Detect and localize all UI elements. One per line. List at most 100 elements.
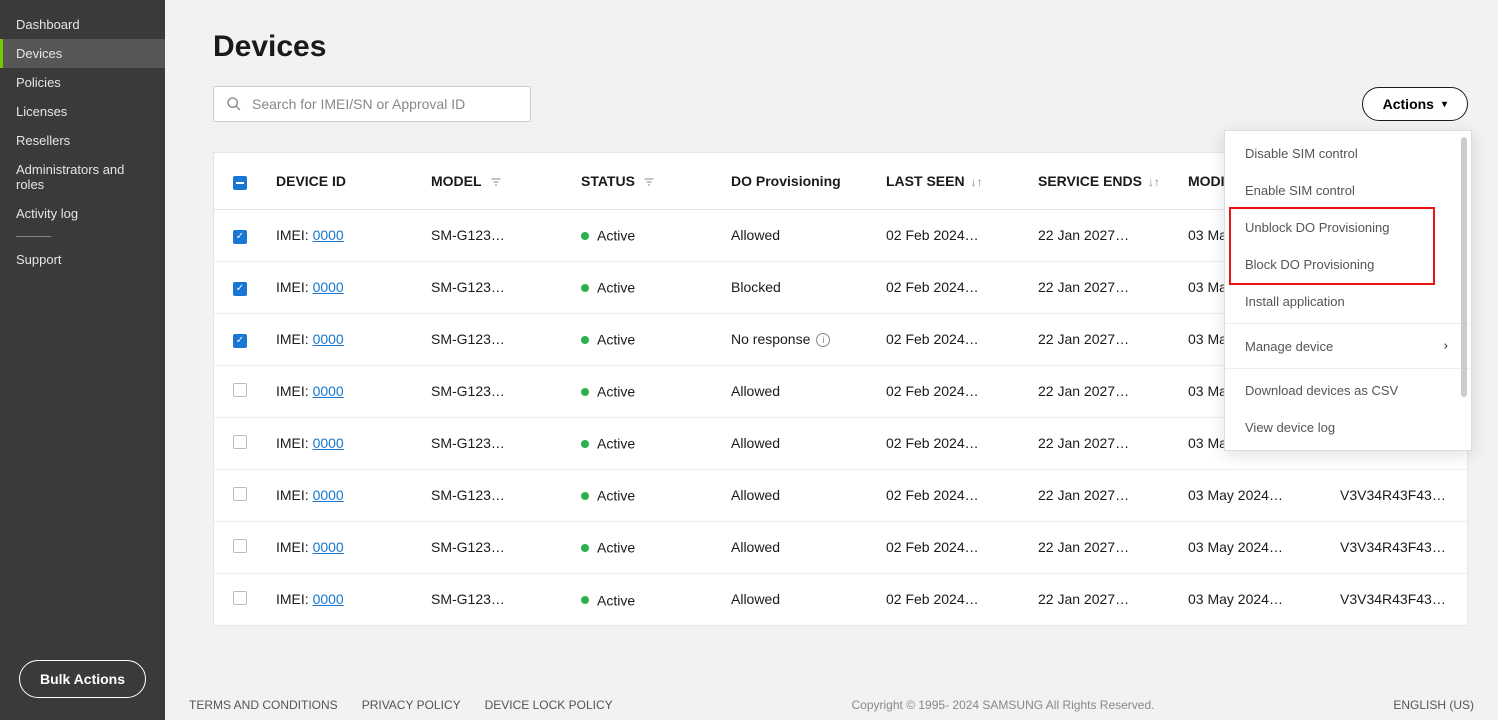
cell-do-provisioning: Allowed [721,521,876,573]
sidebar-item-administrators-and-roles[interactable]: Administrators and roles [0,155,165,199]
col-do-provisioning[interactable]: DO Provisioning [721,153,876,209]
dropdown-separator [1225,368,1471,369]
sidebar-item-devices[interactable]: Devices [0,39,165,68]
info-icon[interactable]: i [816,333,830,347]
status-dot-icon [581,232,589,240]
dropdown-item-manage-device[interactable]: Manage device⌄ [1225,327,1471,365]
search-field[interactable] [213,86,531,122]
dropdown-item-download-devices-as-csv[interactable]: Download devices as CSV [1225,372,1471,409]
cell-do-provisioning: Allowed [721,209,876,261]
sort-icon[interactable]: ↓↑ [971,175,983,189]
main: Devices Actions ▾ [165,0,1498,720]
sidebar-item-policies[interactable]: Policies [0,68,165,97]
footer-link-privacy-policy[interactable]: PRIVACY POLICY [362,698,461,712]
chevron-down-icon: ▾ [1442,99,1447,110]
cell-device-id: IMEI: 0000 [266,521,421,573]
row-checkbox[interactable] [233,539,247,553]
cell-modified: 03 May 2024… [1178,469,1330,521]
cell-do-provisioning: Allowed [721,469,876,521]
search-input[interactable] [252,96,518,112]
search-icon [226,96,242,112]
cell-device-id: IMEI: 0000 [266,417,421,469]
device-id-link[interactable]: 0000 [313,227,344,243]
sidebar-item-resellers[interactable]: Resellers [0,126,165,155]
device-id-link[interactable]: 0000 [313,383,344,399]
page-title: Devices [213,30,1468,64]
row-checkbox[interactable] [233,230,247,244]
cell-model: SM-G123… [421,365,571,417]
dropdown-scrollbar[interactable] [1461,137,1467,397]
cell-last-seen: 02 Feb 2024… [876,313,1028,365]
dropdown-item-view-device-log[interactable]: View device log [1225,409,1471,446]
cell-last-seen: 02 Feb 2024… [876,417,1028,469]
status-dot-icon [581,388,589,396]
cell-service-ends: 22 Jan 2027… [1028,209,1178,261]
dropdown-separator [1225,323,1471,324]
col-last-seen[interactable]: LAST SEEN↓↑ [876,153,1028,209]
device-id-link[interactable]: 0000 [313,279,344,295]
cell-do-provisioning: Allowed [721,573,876,625]
table-row: IMEI: 0000SM-G123…ActiveAllowed02 Feb 20… [214,469,1467,521]
cell-status: Active [571,469,721,521]
row-checkbox[interactable] [233,383,247,397]
cell-modified: 03 May 2024… [1178,573,1330,625]
sort-icon[interactable]: ↓↑ [1148,175,1160,189]
device-id-link[interactable]: 0000 [313,591,344,607]
sidebar-item-licenses[interactable]: Licenses [0,97,165,126]
cell-service-ends: 22 Jan 2027… [1028,261,1178,313]
device-id-link[interactable]: 0000 [313,487,344,503]
col-status[interactable]: STATUS [571,153,721,209]
col-device-id[interactable]: DEVICE ID [266,153,421,209]
cell-device-id: IMEI: 0000 [266,209,421,261]
bulk-actions-button[interactable]: Bulk Actions [19,660,146,698]
cell-last-seen: 02 Feb 2024… [876,261,1028,313]
actions-button[interactable]: Actions ▾ [1362,87,1468,121]
cell-status: Active [571,209,721,261]
dropdown-item-disable-sim-control[interactable]: Disable SIM control [1225,135,1471,172]
device-id-link[interactable]: 0000 [313,331,344,347]
row-checkbox[interactable] [233,591,247,605]
row-checkbox[interactable] [233,334,247,348]
dropdown-item-install-application[interactable]: Install application [1225,283,1471,320]
filter-icon[interactable] [490,176,502,188]
dropdown-item-enable-sim-control[interactable]: Enable SIM control [1225,172,1471,209]
toolbar: Actions ▾ [213,86,1468,122]
cell-model: SM-G123… [421,417,571,469]
cell-device-id: IMEI: 0000 [266,469,421,521]
device-id-link[interactable]: 0000 [313,435,344,451]
status-dot-icon [581,544,589,552]
dropdown-item-block-do-provisioning[interactable]: Block DO Provisioning [1225,246,1471,283]
footer-copyright: Copyright © 1995- 2024 SAMSUNG All Right… [852,698,1155,712]
cell-modified: 03 May 2024… [1178,521,1330,573]
row-checkbox[interactable] [233,487,247,501]
footer-link-terms-and-conditions[interactable]: TERMS AND CONDITIONS [189,698,338,712]
cell-status: Active [571,261,721,313]
language-selector[interactable]: ENGLISH (US) [1393,698,1474,712]
status-dot-icon [581,284,589,292]
device-id-link[interactable]: 0000 [313,539,344,555]
table-row: IMEI: 0000SM-G123…ActiveAllowed02 Feb 20… [214,521,1467,573]
cell-status: Active [571,313,721,365]
col-model[interactable]: MODEL [421,153,571,209]
sidebar-item-support[interactable]: Support [0,245,165,274]
col-service-ends[interactable]: SERVICE ENDS↓↑ [1028,153,1178,209]
cell-model: SM-G123… [421,313,571,365]
cell-last-seen: 02 Feb 2024… [876,209,1028,261]
dropdown-item-unblock-do-provisioning[interactable]: Unblock DO Provisioning [1225,209,1471,246]
cell-device-id: IMEI: 0000 [266,261,421,313]
cell-service-ends: 22 Jan 2027… [1028,521,1178,573]
footer-link-device-lock-policy[interactable]: DEVICE LOCK POLICY [485,698,613,712]
select-all-checkbox[interactable] [233,176,247,190]
sidebar-item-activity-log[interactable]: Activity log [0,199,165,228]
cell-device-id: IMEI: 0000 [266,573,421,625]
row-checkbox[interactable] [233,435,247,449]
cell-last-seen: 02 Feb 2024… [876,365,1028,417]
sidebar-item-dashboard[interactable]: Dashboard [0,10,165,39]
cell-service-ends: 22 Jan 2027… [1028,469,1178,521]
row-checkbox[interactable] [233,282,247,296]
cell-last-seen: 02 Feb 2024… [876,521,1028,573]
sidebar-divider [16,236,51,237]
filter-icon[interactable] [643,176,655,188]
cell-service-ends: 22 Jan 2027… [1028,313,1178,365]
cell-do-provisioning: No responsei [721,313,876,365]
